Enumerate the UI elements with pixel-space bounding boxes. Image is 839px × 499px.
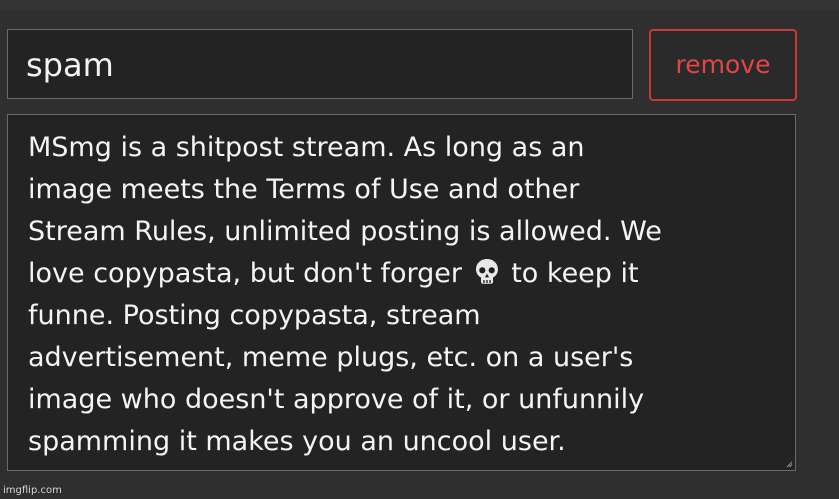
remove-button[interactable]: remove xyxy=(649,29,797,101)
description-line: spamming it makes you an uncool user. xyxy=(28,426,566,457)
description-text: love copypasta, but don't forger xyxy=(28,258,463,289)
rule-name-field[interactable]: spam xyxy=(7,29,633,99)
description-line: advertisement, meme plugs, etc. on a use… xyxy=(28,342,634,373)
skull-icon xyxy=(475,259,498,284)
description-line-with-emoji: love copypasta, but don't forger to keep… xyxy=(28,253,777,295)
description-line: image who doesn't approve of it, or unfu… xyxy=(28,384,645,415)
imgflip-watermark: imgflip.com xyxy=(3,485,62,496)
description-line: image meets the Terms of Use and other xyxy=(28,174,580,205)
description-text: to keep it xyxy=(511,258,639,289)
description-line: MSmg is a shitpost stream. As long as an xyxy=(28,132,585,163)
description-line: funne. Posting copypasta, stream xyxy=(28,300,481,331)
top-strip xyxy=(0,0,839,10)
rule-description-textarea[interactable]: MSmg is a shitpost stream. As long as an… xyxy=(7,114,796,471)
resize-handle[interactable] xyxy=(786,461,793,468)
description-line: Stream Rules, unlimited posting is allow… xyxy=(28,216,662,247)
